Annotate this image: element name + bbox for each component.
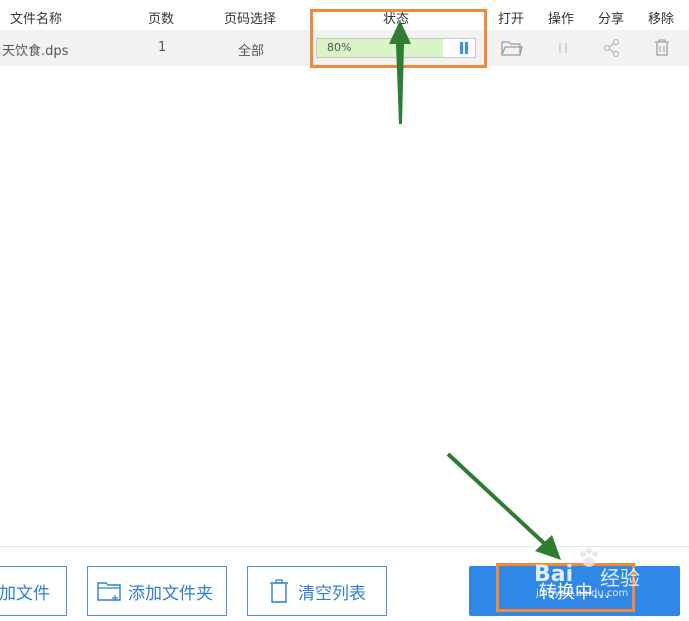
clear-list-button[interactable]: 清空列表 — [247, 566, 387, 616]
trash-icon — [266, 578, 292, 604]
header-pages: 页数 — [148, 12, 175, 27]
arrow-diagonal-icon — [446, 452, 561, 560]
clear-list-label: 清空列表 — [298, 583, 366, 604]
trash-icon[interactable] — [651, 38, 673, 58]
folder-open-icon[interactable] — [501, 38, 523, 58]
convert-button[interactable]: 转换中... — [469, 566, 680, 616]
header-share: 分享 — [598, 12, 625, 27]
header-status: 状态 — [383, 12, 410, 27]
table-header: 文件名称 页数 页码选择 状态 打开 操作 分享 移除 — [0, 0, 689, 30]
progress-bar: 80% — [316, 38, 476, 58]
folder-add-icon — [96, 578, 122, 604]
add-file-label: 加文件 — [0, 583, 50, 604]
row-file-name: 天饮食.dps — [2, 44, 69, 59]
add-file-button[interactable]: 加文件 — [0, 566, 67, 616]
table-row[interactable]: 天饮食.dps 1 全部 80% — [0, 30, 689, 66]
header-file-name: 文件名称 — [10, 12, 63, 27]
progress-text: 80% — [327, 41, 352, 54]
convert-label: 转换中... — [538, 582, 611, 603]
pause-icon[interactable] — [552, 38, 574, 58]
header-page-select: 页码选择 — [224, 12, 277, 27]
header-remove: 移除 — [648, 12, 675, 27]
header-operation: 操作 — [548, 12, 575, 27]
add-folder-button[interactable]: 添加文件夹 — [87, 566, 227, 616]
row-page-select[interactable]: 全部 — [238, 40, 264, 59]
share-icon[interactable] — [601, 38, 623, 58]
status-pause-icon[interactable] — [459, 42, 469, 54]
row-pages: 1 — [158, 40, 167, 55]
header-open: 打开 — [498, 12, 525, 27]
add-folder-label: 添加文件夹 — [128, 583, 213, 604]
footer-divider — [0, 546, 689, 547]
